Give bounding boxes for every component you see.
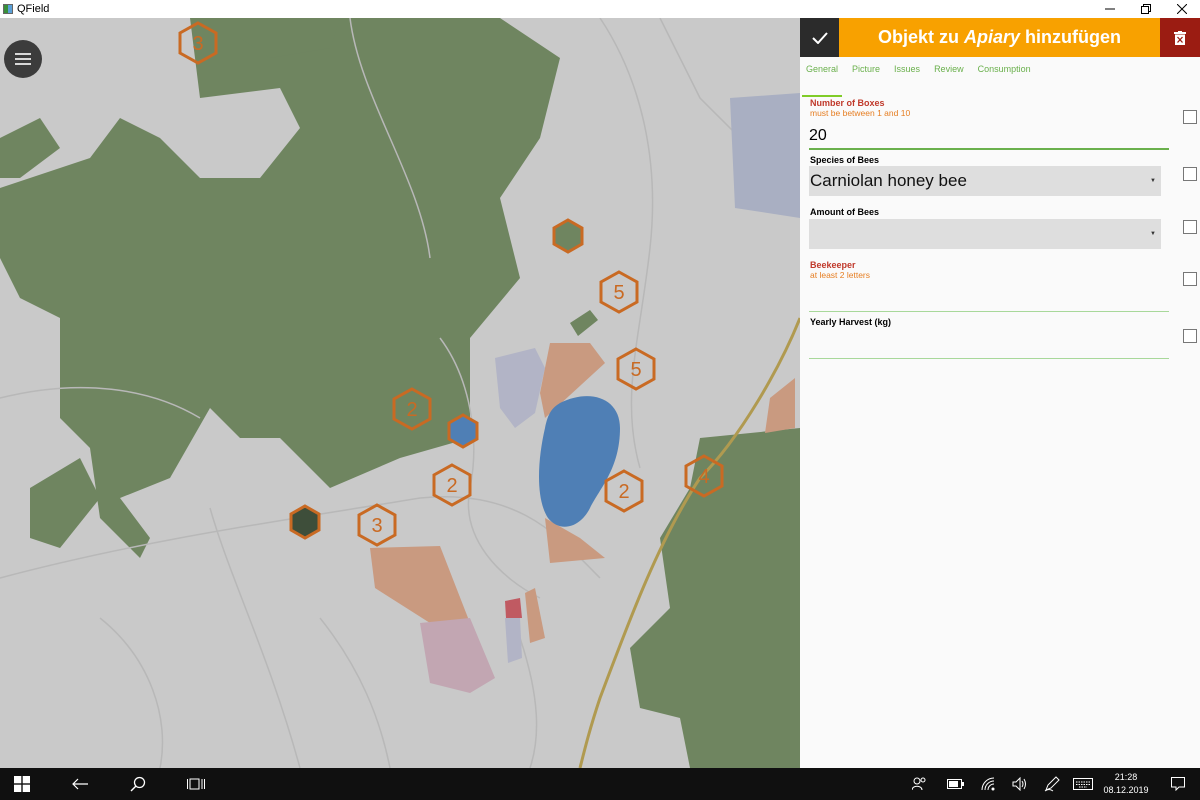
keyboard-icon xyxy=(1073,778,1093,790)
back-arrow-icon xyxy=(72,778,88,790)
boxes-input[interactable] xyxy=(809,124,1169,148)
form-header: Objekt zu Apiary hinzufügen xyxy=(800,18,1200,57)
volume-button[interactable] xyxy=(1008,768,1032,800)
boxes-constraint-hint: must be between 1 and 10 xyxy=(810,108,911,118)
close-icon xyxy=(1177,4,1187,14)
cluster-count: 4 xyxy=(698,466,709,488)
cluster-count: 2 xyxy=(618,481,629,503)
form-title: Objekt zu Apiary hinzufügen xyxy=(839,18,1160,57)
harvest-input[interactable] xyxy=(809,330,1169,354)
form-layer-name: Apiary xyxy=(964,27,1021,47)
start-button[interactable] xyxy=(8,768,36,800)
tab-consumption[interactable]: Consumption xyxy=(971,60,1038,78)
cluster-marker[interactable]: 2 xyxy=(432,463,472,507)
restore-icon xyxy=(1141,4,1151,14)
cluster-marker[interactable]: 5 xyxy=(599,270,639,314)
search-icon xyxy=(130,776,146,792)
search-button[interactable] xyxy=(124,768,152,800)
species-combobox[interactable]: Carniolan honey bee ▼ xyxy=(809,166,1161,196)
amount-label: Amount of Bees xyxy=(810,207,880,217)
close-window-button[interactable] xyxy=(1164,0,1200,18)
cluster-marker[interactable]: 3 xyxy=(178,21,218,65)
tab-issues[interactable]: Issues xyxy=(887,60,927,78)
hamburger-icon xyxy=(15,53,31,55)
beekeeper-input-underline xyxy=(809,311,1169,312)
cluster-marker[interactable]: 5 xyxy=(616,347,656,391)
remember-boxes-checkbox[interactable] xyxy=(1183,110,1197,124)
cluster-count: 2 xyxy=(446,475,457,497)
speaker-icon xyxy=(1012,777,1026,791)
remember-beekeeper-checkbox[interactable] xyxy=(1183,272,1197,286)
harvest-input-underline xyxy=(809,358,1169,359)
species-label: Species of Bees xyxy=(810,155,880,165)
battery-button[interactable] xyxy=(944,768,968,800)
remember-harvest-checkbox[interactable] xyxy=(1183,329,1197,343)
map-canvas[interactable]: 3 5 5 2 2 2 4 3 xyxy=(0,18,800,768)
boxes-label: Number of Boxes xyxy=(810,98,885,108)
harvest-label: Yearly Harvest (kg) xyxy=(810,317,892,327)
amount-combobox[interactable]: ▼ xyxy=(809,219,1161,249)
beekeeper-label: Beekeeper xyxy=(810,260,856,270)
task-view-icon xyxy=(187,778,205,790)
people-icon xyxy=(912,777,926,791)
task-view-button[interactable] xyxy=(182,768,210,800)
main-menu-button[interactable] xyxy=(4,40,42,78)
trash-icon xyxy=(1174,30,1186,45)
feature-form-panel: Objekt zu Apiary hinzufügen General Pict… xyxy=(800,18,1200,768)
wifi-icon xyxy=(981,777,995,791)
cluster-marker[interactable]: 3 xyxy=(357,503,397,547)
cluster-count: 5 xyxy=(630,359,641,381)
network-button[interactable] xyxy=(976,768,1000,800)
restore-button[interactable] xyxy=(1128,0,1164,18)
qfield-app-icon xyxy=(3,4,13,14)
windows-taskbar: 21:28 08.12.2019 xyxy=(0,768,1200,800)
window-title-bar: QField xyxy=(0,0,1200,19)
cluster-marker[interactable]: 2 xyxy=(604,469,644,513)
minimize-button[interactable] xyxy=(1092,0,1128,18)
people-button[interactable] xyxy=(908,768,932,800)
dropdown-arrow-icon: ▼ xyxy=(1150,178,1156,184)
delete-feature-button[interactable] xyxy=(1160,18,1200,57)
form-tabs: General Picture Issues Review Consumptio… xyxy=(800,60,1200,82)
window-controls xyxy=(1092,0,1200,18)
clock-date: 08.12.2019 xyxy=(1103,785,1149,795)
action-center-button[interactable] xyxy=(1166,768,1190,800)
tab-picture[interactable]: Picture xyxy=(845,60,887,78)
species-selected-value: Carniolan honey bee xyxy=(810,171,967,190)
back-button[interactable] xyxy=(66,768,94,800)
minimize-icon xyxy=(1105,8,1115,10)
taskbar-clock[interactable]: 21:28 08.12.2019 xyxy=(1096,771,1156,797)
cluster-marker[interactable]: 4 xyxy=(684,454,724,498)
boxes-input-underline xyxy=(809,148,1169,150)
save-feature-button[interactable] xyxy=(800,18,839,57)
pen-workspace-button[interactable] xyxy=(1040,768,1064,800)
tab-review[interactable]: Review xyxy=(927,60,971,78)
tab-general[interactable]: General xyxy=(800,60,845,78)
remember-species-checkbox[interactable] xyxy=(1183,167,1197,181)
notification-icon xyxy=(1171,777,1185,791)
windows-logo-icon xyxy=(14,776,30,792)
cluster-count: 5 xyxy=(613,282,624,304)
cluster-count: 2 xyxy=(406,399,417,421)
cluster-layer: 3 5 5 2 2 2 4 3 xyxy=(178,21,724,547)
pen-icon xyxy=(1044,776,1060,792)
clock-time: 21:28 xyxy=(1114,772,1138,782)
dropdown-arrow-icon: ▼ xyxy=(1150,231,1156,237)
active-tab-indicator xyxy=(802,95,842,97)
cluster-count: 3 xyxy=(371,515,382,537)
window-title: QField xyxy=(17,3,50,15)
beekeeper-input[interactable] xyxy=(809,284,1169,308)
touch-keyboard-button[interactable] xyxy=(1070,768,1096,800)
beekeeper-constraint-hint: at least 2 letters xyxy=(810,270,871,280)
cluster-marker[interactable]: 2 xyxy=(392,387,432,431)
remember-amount-checkbox[interactable] xyxy=(1183,220,1197,234)
battery-icon xyxy=(947,779,964,789)
cluster-count: 3 xyxy=(192,33,203,55)
checkmark-icon xyxy=(811,31,828,44)
